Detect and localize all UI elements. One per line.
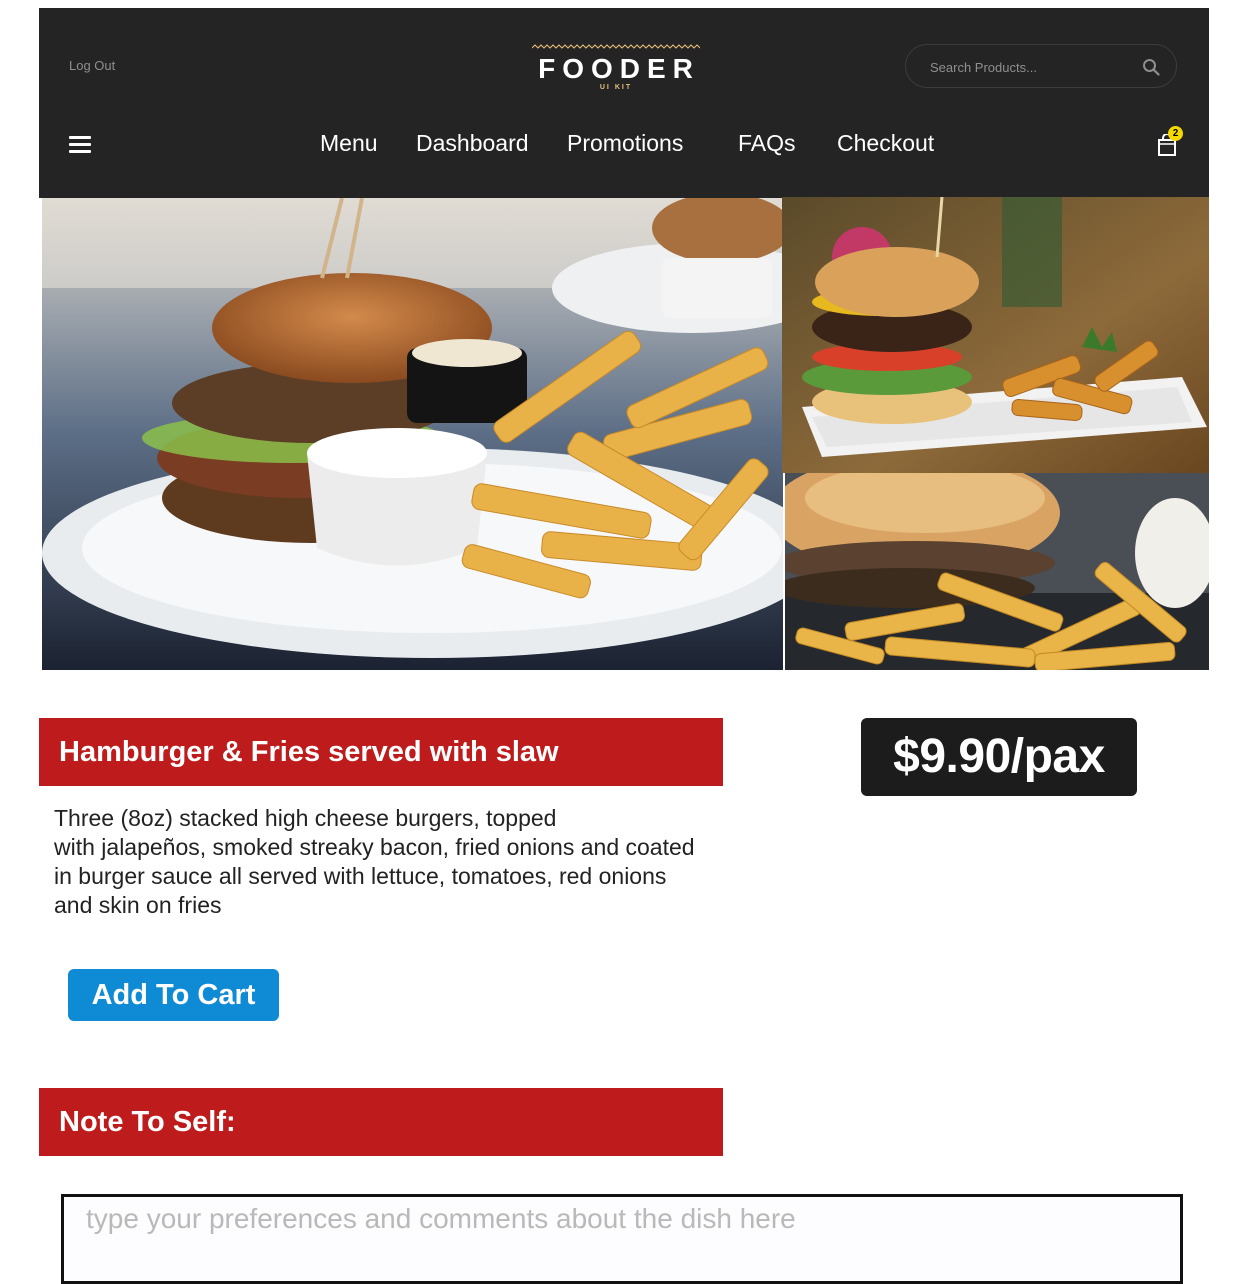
logout-link[interactable]: Log Out [69,58,115,73]
logo-zigzag-right [637,86,697,90]
price-badge: $9.90/pax [861,718,1137,796]
search-box [905,44,1177,88]
logo-zigzag-left [535,86,595,90]
search-input[interactable] [928,56,1132,78]
main-nav: Menu Dashboard Promotions FAQs Checkout [39,130,1209,162]
description-line: with jalapeños, smoked streaky bacon, fr… [54,834,695,860]
site-header: Log Out FOODER UI KIT Menu Dashboard Pro… [39,8,1209,198]
nav-menu[interactable]: Menu [320,130,378,157]
cart-button[interactable]: 2 [1155,126,1185,160]
dish-photo-main [42,198,783,670]
description-line: and skin on fries [54,892,222,918]
product-title: Hamburger & Fries served with slaw [39,718,723,786]
nav-dashboard[interactable]: Dashboard [416,130,529,157]
add-to-cart-button[interactable]: Add To Cart [68,969,279,1021]
nav-faqs[interactable]: FAQs [738,130,796,157]
description-line: in burger sauce all served with lettuce,… [54,863,667,889]
brand-subtitle: UI KIT [599,84,633,91]
fooder-logo[interactable]: FOODER UI KIT [532,44,700,98]
nav-checkout[interactable]: Checkout [837,130,934,157]
brand-name: FOODER [538,53,700,84]
product-description: Three (8oz) stacked high cheese burgers,… [54,804,734,920]
note-heading: Note To Self: [39,1088,723,1156]
search-icon[interactable] [1142,58,1160,76]
note-textarea[interactable] [61,1194,1183,1284]
dish-photo-side-top [782,197,1209,473]
description-line: Three (8oz) stacked high cheese burgers,… [54,805,557,831]
dish-photo-side-bottom [785,473,1209,670]
cart-count-badge: 2 [1168,126,1183,141]
nav-promotions[interactable]: Promotions [567,130,683,157]
logo-zigzag-top [532,44,700,49]
